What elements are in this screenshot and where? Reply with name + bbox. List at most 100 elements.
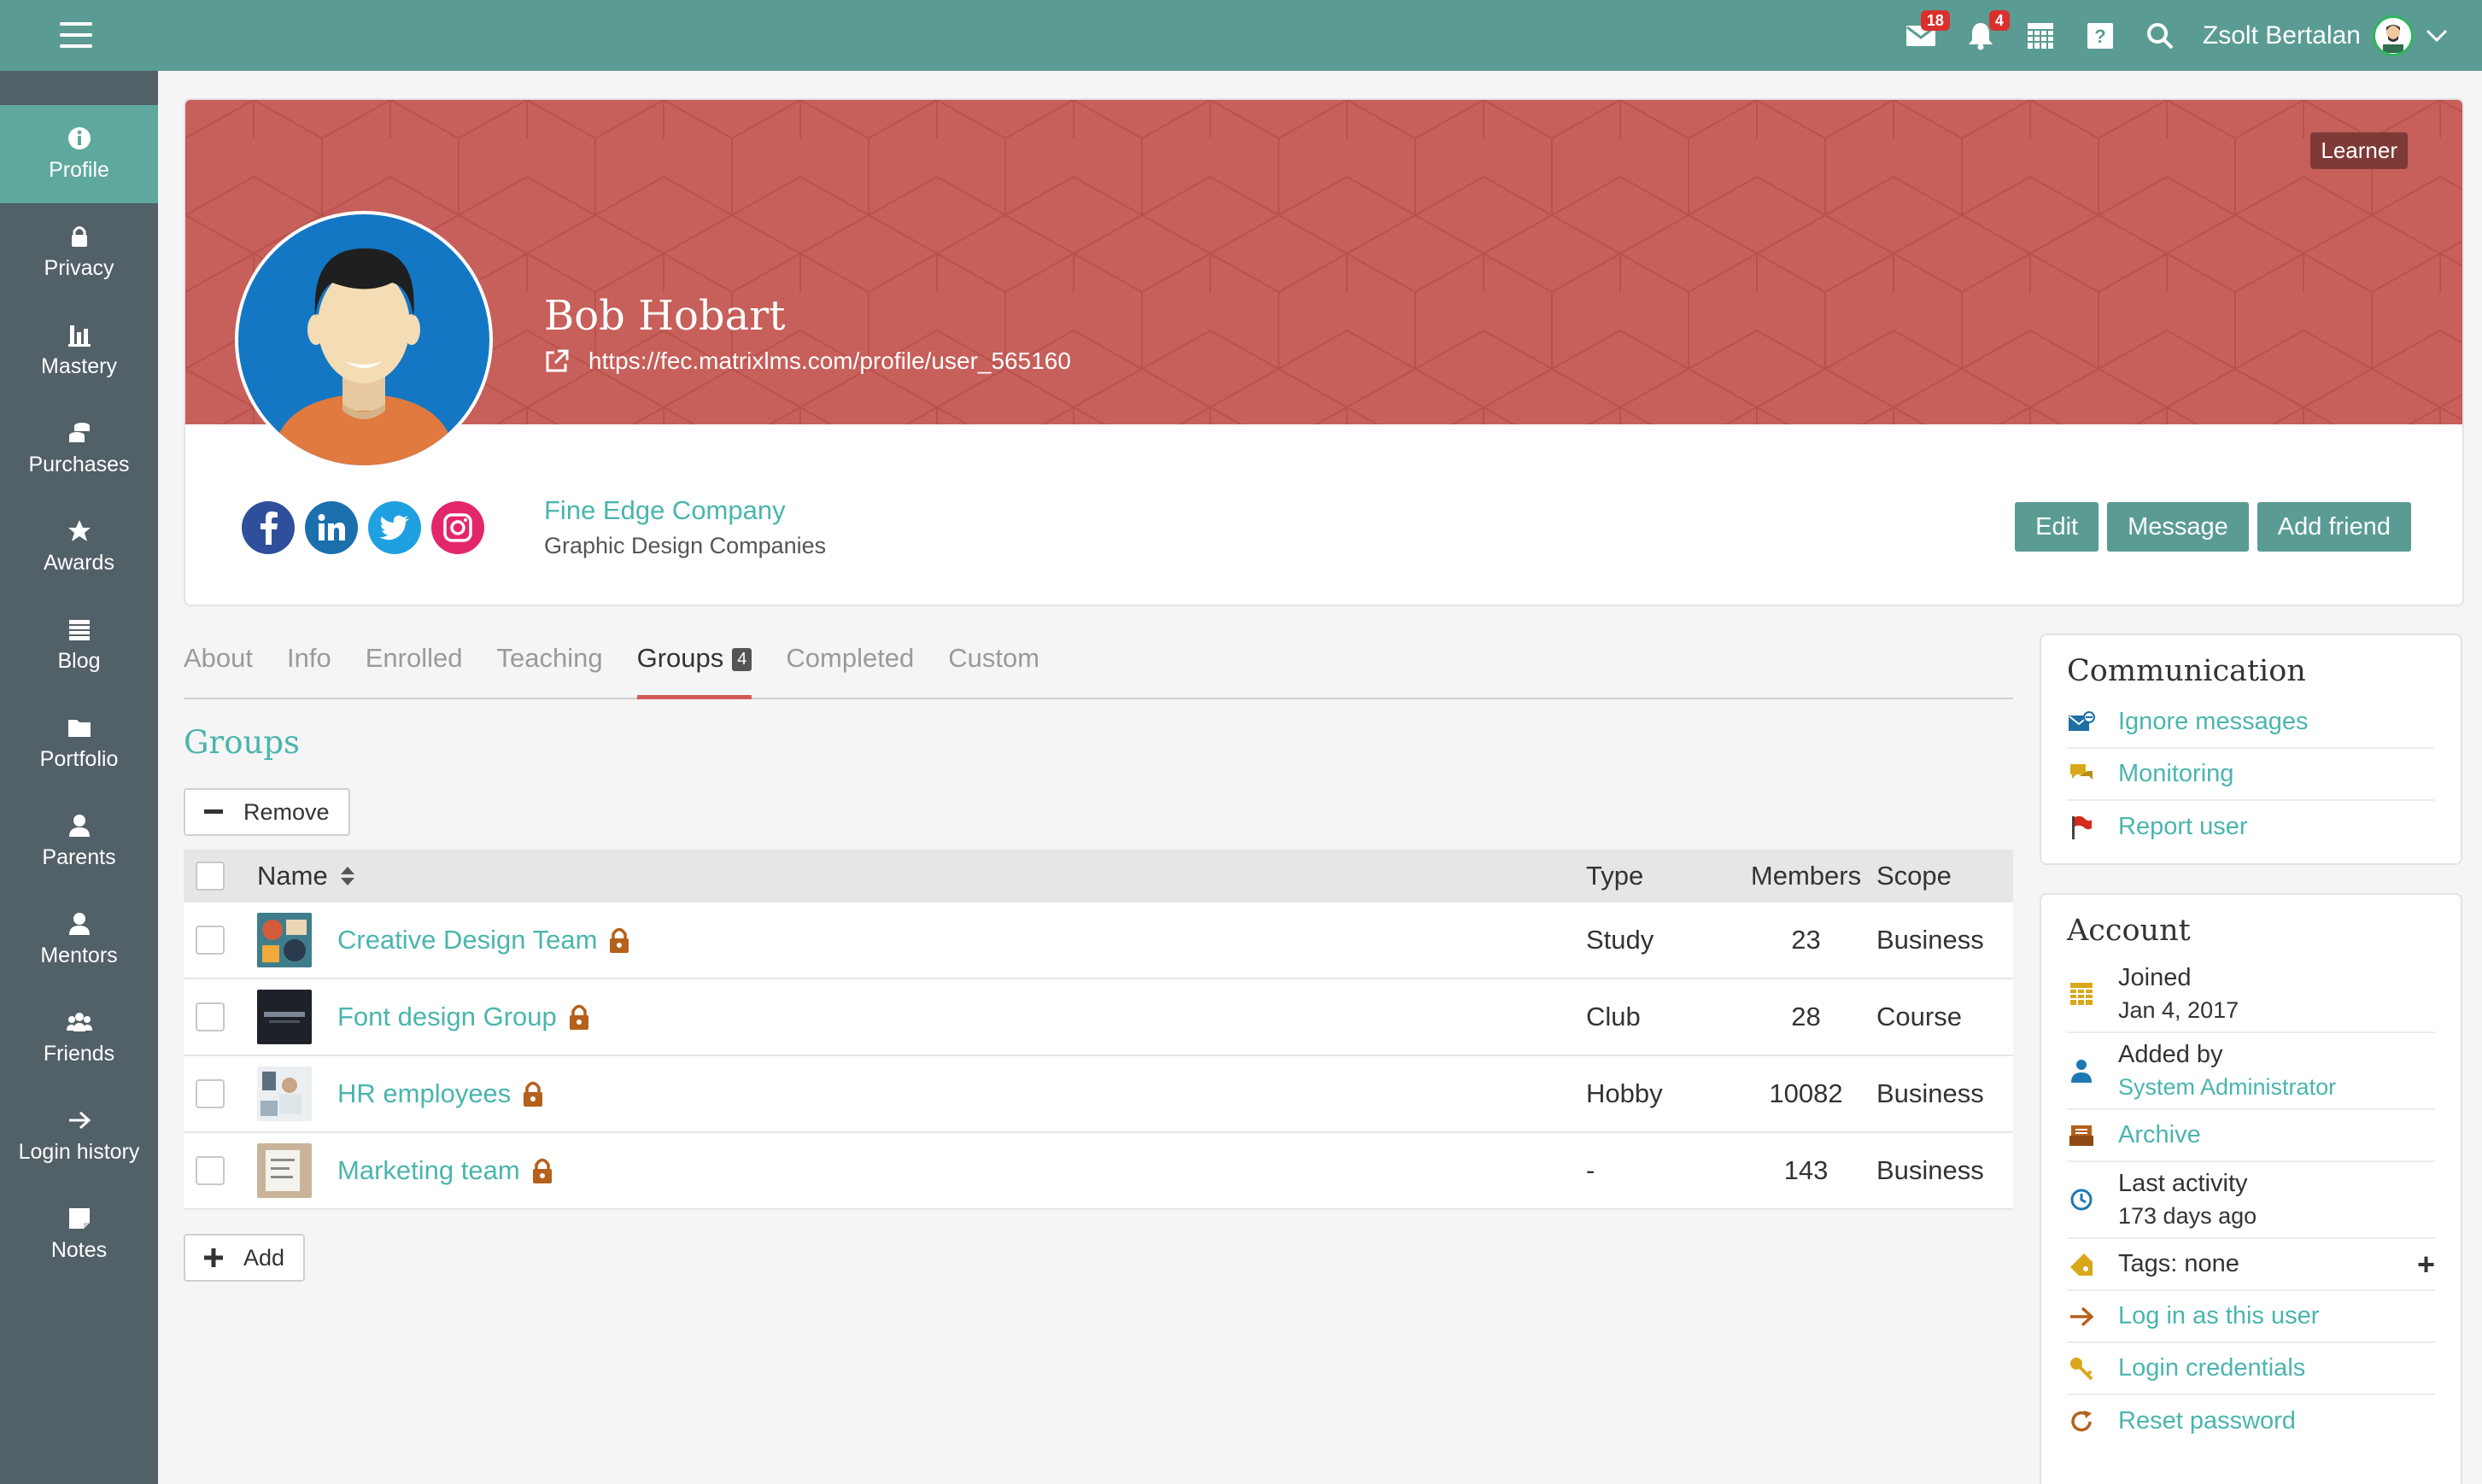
profile-name: Bob Hobart [544, 292, 786, 340]
added-by-link[interactable]: System Administrator [2118, 1071, 2336, 1103]
row-checkbox[interactable] [196, 1079, 225, 1108]
report-user-row[interactable]: Report user [2067, 801, 2435, 853]
tab-groups[interactable]: Groups 4 [636, 636, 752, 699]
edit-button[interactable]: Edit [2015, 502, 2099, 552]
monitoring-link: Monitoring [2118, 760, 2234, 787]
person-icon [68, 815, 90, 837]
row-checkbox[interactable] [196, 1156, 225, 1185]
groups-section-title: Groups [184, 724, 301, 761]
members-column-header[interactable]: Members [1736, 861, 1876, 891]
tab-enrolled[interactable]: Enrolled [366, 636, 463, 699]
sidebar-item-label: Mentors [40, 944, 118, 967]
joined-date: Jan 4, 2017 [2118, 997, 2239, 1023]
sidebar-item-blog[interactable]: Blog [0, 596, 158, 694]
chevron-down-icon [2426, 29, 2448, 42]
sidebar-item-label: Friends [43, 1042, 115, 1066]
profile-avatar [235, 211, 493, 469]
notifications-button[interactable]: 4 [1964, 9, 2010, 53]
group-type: - [1586, 1155, 1595, 1185]
tags-text: Tags: none [2118, 1250, 2239, 1277]
twitter-icon[interactable] [368, 501, 421, 554]
messages-button[interactable]: 18 [1904, 9, 1950, 53]
group-thumbnail [257, 990, 312, 1044]
added-by-row: Added by System Administrator [2067, 1033, 2435, 1110]
name-header-label: Name [257, 861, 328, 891]
company-link[interactable]: Fine Edge Company [544, 495, 786, 526]
select-all-checkbox[interactable] [196, 862, 225, 891]
plus-icon [204, 1248, 223, 1267]
search-button[interactable] [2143, 19, 2177, 53]
sidebar-item-label: Purchases [28, 453, 130, 476]
sidebar-item-friends[interactable]: Friends [0, 989, 158, 1087]
login-credentials-row[interactable]: Login credentials [2067, 1343, 2435, 1395]
tag-icon [2070, 1253, 2093, 1276]
facebook-icon[interactable] [242, 501, 295, 554]
profile-url-link[interactable]: https://fec.matrixlms.com/profile/user_5… [544, 348, 1071, 375]
sidebar-item-profile[interactable]: Profile [0, 105, 158, 203]
sidebar-item-label: Awards [44, 551, 114, 575]
sidebar-item-purchases[interactable]: Purchases [0, 400, 158, 498]
ignore-messages-row[interactable]: Ignore messages [2067, 697, 2435, 749]
sidebar-item-awards[interactable]: Awards [0, 498, 158, 596]
search-icon [2146, 22, 2174, 49]
sidebar-item-parents[interactable]: Parents [0, 792, 158, 891]
communication-title: Communication [2067, 654, 2306, 688]
add-friend-button[interactable]: Add friend [2257, 502, 2411, 552]
group-name-link[interactable]: Marketing team [337, 1155, 520, 1186]
reset-password-row[interactable]: Reset password [2067, 1395, 2435, 1447]
person-icon [68, 913, 90, 935]
scope-column-header[interactable]: Scope [1876, 861, 2013, 891]
sidebar-item-privacy[interactable]: Privacy [0, 203, 158, 301]
type-column-header[interactable]: Type [1586, 861, 1736, 891]
tab-completed[interactable]: Completed [786, 636, 914, 699]
sidebar-item-mastery[interactable]: Mastery [0, 301, 158, 400]
table-row: HR employees Hobby 10082 Business [184, 1056, 2013, 1133]
refresh-icon [2071, 1410, 2092, 1431]
help-button[interactable]: ? [2083, 19, 2117, 53]
log-in-as-row[interactable]: Log in as this user [2067, 1291, 2435, 1343]
group-name-link[interactable]: Font design Group [337, 1002, 557, 1032]
table-row: Marketing team - 143 Business [184, 1133, 2013, 1210]
login-credentials-link: Login credentials [2118, 1354, 2306, 1382]
row-checkbox[interactable] [196, 926, 225, 955]
group-name-link[interactable]: HR employees [337, 1078, 511, 1109]
row-checkbox[interactable] [196, 1002, 225, 1031]
sidebar-item-login-history[interactable]: Login history [0, 1087, 158, 1185]
clock-icon [2070, 1189, 2093, 1211]
tab-about[interactable]: About [184, 636, 253, 699]
minus-icon [204, 809, 223, 814]
sidebar-item-portfolio[interactable]: Portfolio [0, 694, 158, 792]
hamburger-menu-icon[interactable] [60, 22, 92, 48]
linkedin-icon[interactable] [305, 501, 358, 554]
arrow-right-icon [2070, 1306, 2094, 1326]
remove-button[interactable]: Remove [184, 788, 350, 836]
tab-custom[interactable]: Custom [948, 636, 1039, 699]
tab-teaching[interactable]: Teaching [496, 636, 602, 699]
role-badge: Learner [2310, 132, 2408, 169]
user-avatar [2373, 15, 2414, 56]
notifications-badge: 4 [1988, 9, 2010, 31]
reset-password-link: Reset password [2118, 1407, 2296, 1434]
profile-tabs: About Info Enrolled Teaching Groups 4 Co… [184, 636, 2013, 699]
table-row: Creative Design Team Study 23 Business [184, 903, 2013, 979]
communication-card: Communication Ignore messages Monitoring… [2040, 634, 2462, 865]
group-name-link[interactable]: Creative Design Team [337, 925, 597, 955]
archive-row[interactable]: Archive [2067, 1110, 2435, 1162]
monitoring-row[interactable]: Monitoring [2067, 749, 2435, 801]
name-column-header[interactable]: Name [257, 861, 1586, 891]
key-icon [2070, 1357, 2093, 1380]
group-scope: Business [1876, 1155, 1984, 1185]
calendar-button[interactable] [2023, 19, 2058, 53]
user-menu[interactable]: Zsolt Bertalan [2203, 15, 2448, 56]
instagram-icon[interactable] [431, 501, 484, 554]
sidebar-item-notes[interactable]: Notes [0, 1185, 158, 1283]
sidebar-item-label: Mastery [41, 354, 117, 378]
sidebar-item-mentors[interactable]: Mentors [0, 891, 158, 989]
tab-groups-count: 4 [732, 648, 752, 671]
envelope-block-icon [2069, 710, 2095, 731]
add-tag-plus-icon[interactable]: + [2417, 1247, 2435, 1282]
tab-info[interactable]: Info [287, 636, 331, 699]
add-group-button[interactable]: Add [184, 1234, 306, 1282]
group-type: Club [1586, 1002, 1641, 1031]
message-button[interactable]: Message [2107, 502, 2249, 552]
